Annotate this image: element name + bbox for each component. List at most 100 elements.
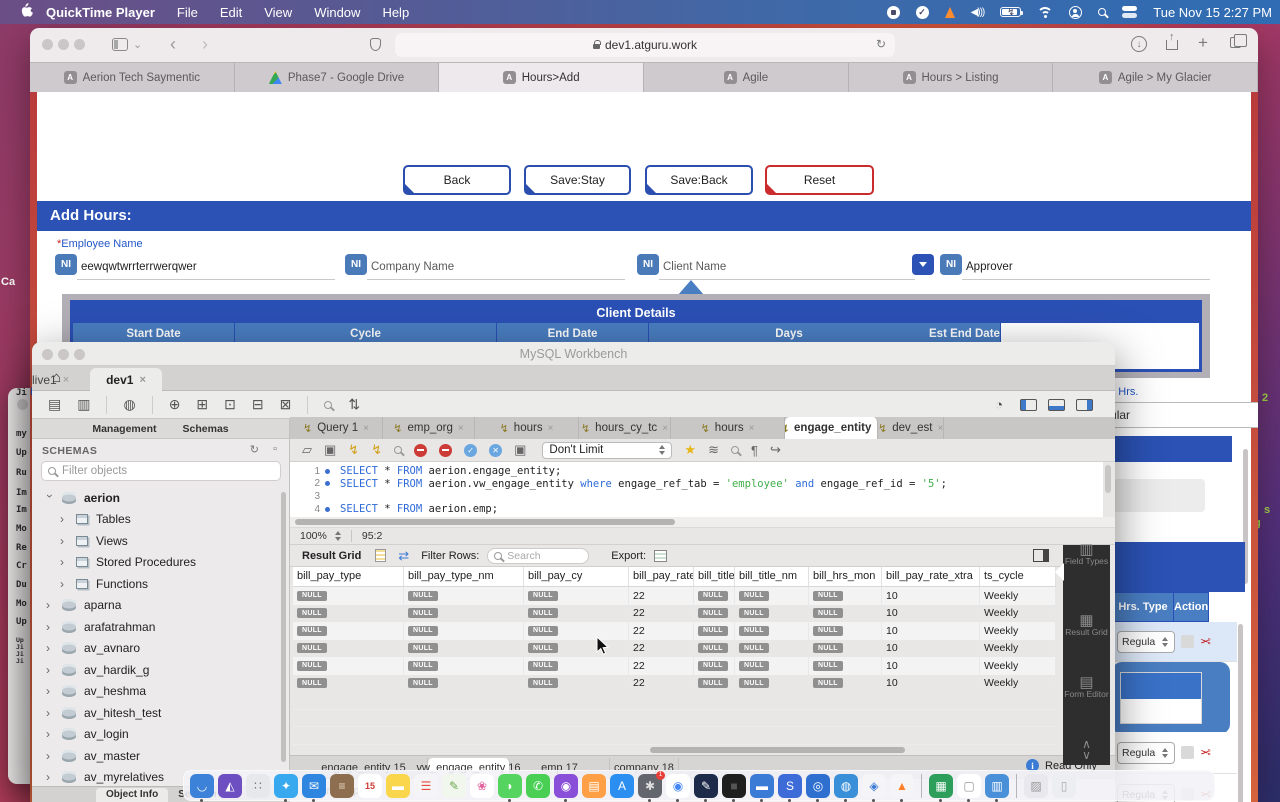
sidebar-scrollbar[interactable] [281, 492, 286, 762]
grid-cell[interactable]: NULL [694, 587, 735, 605]
sidebar-tab[interactable]: Management [92, 423, 156, 435]
browser-tab[interactable]: A Hours > Listing [849, 63, 1054, 92]
menu-item[interactable]: Window [314, 5, 360, 20]
refresh-icon[interactable]: ⇄ [398, 548, 409, 564]
schema-item[interactable]: › aparna [32, 595, 282, 617]
menu-item[interactable]: Help [382, 5, 409, 20]
workbench-titlebar[interactable]: MySQL Workbench [32, 342, 1115, 366]
result-view-option[interactable]: ▤ Form Editor [1063, 672, 1110, 699]
back-icon[interactable]: ‹ [170, 34, 176, 55]
sidebar-toggle-icon[interactable] [112, 38, 128, 51]
tab-overview-icon[interactable] [1230, 37, 1241, 48]
grid-column-header[interactable]: bill_pay_rate [629, 567, 694, 586]
result-view-option[interactable]: ▦ Result Grid [1063, 610, 1110, 637]
grid-cell[interactable]: NULL [694, 622, 735, 640]
new-tab-icon[interactable]: + [1198, 33, 1208, 53]
grid-column-header[interactable]: bill_pay_type_nm [404, 567, 524, 586]
dock-icon-vlc[interactable]: ▲ [890, 774, 914, 798]
dock-icon-photos[interactable]: ❀ [470, 774, 494, 798]
row-checkbox[interactable] [1181, 635, 1194, 648]
grid-cell[interactable]: 22 [629, 622, 694, 640]
address-bar[interactable]: dev1.atguru.work ↻ [395, 33, 895, 57]
filter-rows-search[interactable] [487, 548, 589, 564]
company-name-field[interactable]: Company Name [367, 254, 625, 280]
chevron-icon[interactable]: › [46, 663, 54, 677]
execute-current-icon[interactable]: ↯ [371, 442, 382, 458]
menu-clock[interactable]: Tue Nov 15 2:27 PM [1153, 5, 1272, 20]
dock-icon-reminders[interactable]: ☰ [414, 774, 438, 798]
action-button[interactable]: Save:Stay [524, 165, 631, 195]
dock-icon-excel[interactable]: ▦ [929, 774, 953, 798]
grid-cell[interactable]: NULL [293, 675, 404, 693]
grid-cell[interactable]: NULL [404, 587, 524, 605]
grid-cell[interactable]: NULL [809, 605, 882, 623]
stop-on-error-icon[interactable] [439, 444, 452, 457]
grid-cell[interactable]: Weekly [980, 605, 1056, 623]
schema-item[interactable]: › av_avnaro [32, 638, 282, 660]
grid-cell[interactable]: NULL [694, 605, 735, 623]
grid-cell[interactable]: NULL [694, 657, 735, 675]
grid-cell[interactable]: Weekly [980, 657, 1056, 675]
grid-column-header[interactable]: bill_hrs_mon [809, 567, 882, 586]
invisible-chars-icon[interactable]: ¶ [751, 443, 758, 458]
connection-tab[interactable]: dev1× [90, 368, 162, 391]
chevron-icon[interactable]: › [46, 641, 54, 655]
grid-row[interactable]: NULLNULLNULL22NULLNULLNULL10Weekly [293, 605, 1056, 623]
query-tab[interactable]: ↯ hours × [671, 417, 785, 439]
chevron-icon[interactable]: › [46, 727, 54, 741]
dock-icon-chrome[interactable]: ◉ [666, 774, 690, 798]
chevron-icon[interactable]: › [46, 770, 54, 784]
menu-item[interactable]: File [177, 5, 198, 20]
dock-icon-app-store[interactable]: A [610, 774, 634, 798]
grid-cell[interactable]: NULL [293, 657, 404, 675]
grid-cell[interactable]: NULL [735, 605, 809, 623]
close-icon[interactable]: × [938, 423, 944, 434]
create-function-icon[interactable]: ⊠ [280, 396, 292, 413]
query-tab[interactable]: ↯ emp_org × [383, 417, 475, 439]
apple-icon[interactable] [20, 3, 33, 19]
grid-cell[interactable]: 10 [882, 622, 980, 640]
chevron-icon[interactable]: › [46, 749, 54, 763]
grid-cell[interactable]: NULL [524, 622, 629, 640]
control-center-icon[interactable] [1122, 6, 1137, 18]
grid-cell[interactable]: 10 [882, 657, 980, 675]
grid-cell[interactable]: NULL [404, 605, 524, 623]
chevron-icon[interactable]: › [43, 494, 57, 502]
result-view-option[interactable]: ▥ Field Types [1063, 545, 1110, 566]
schema-item[interactable]: › av_hitesh_test [32, 702, 282, 724]
chevron-icon[interactable]: › [60, 512, 68, 526]
toggle-side-panel-icon[interactable] [1033, 549, 1049, 562]
editor-scrollbar[interactable] [1105, 465, 1111, 493]
right-input-box[interactable] [1113, 479, 1205, 512]
dock-icon-trash[interactable]: ▯ [1052, 774, 1076, 798]
scissors-icon[interactable]: ✂ [1200, 634, 1211, 650]
close-icon[interactable]: × [63, 374, 69, 386]
schema-child-item[interactable]: › Functions [32, 573, 282, 595]
grid-cell[interactable]: NULL [809, 640, 882, 658]
close-icon[interactable]: × [548, 423, 554, 434]
share-icon[interactable] [1166, 40, 1178, 50]
schema-filter[interactable] [41, 461, 281, 481]
grid-cell[interactable]: NULL [293, 605, 404, 623]
grid-cell[interactable]: 22 [629, 675, 694, 693]
grid-hscrollbar[interactable] [290, 745, 1063, 755]
grid-cell[interactable]: NULL [735, 657, 809, 675]
dock-icon-slack[interactable]: S [778, 774, 802, 798]
close-icon[interactable]: × [139, 374, 145, 386]
new-sql-tab-icon[interactable]: ▤ [48, 396, 61, 413]
browser-tab[interactable]: A Hours>Add [439, 63, 644, 92]
grid-cell[interactable]: Weekly [980, 675, 1056, 693]
grid-cell[interactable]: NULL [809, 675, 882, 693]
schema-child-item[interactable]: › Views [32, 530, 282, 552]
grid-cell[interactable]: 22 [629, 640, 694, 658]
dock-icon-black-app[interactable]: ■ [722, 774, 746, 798]
chevron-icon[interactable]: › [46, 706, 54, 720]
grid-cell[interactable]: NULL [809, 657, 882, 675]
forward-icon[interactable]: › [202, 34, 208, 55]
grid-cell[interactable]: 22 [629, 657, 694, 675]
grid-cell[interactable]: 10 [882, 675, 980, 693]
zoom-level[interactable]: 100% [300, 530, 327, 542]
dock-icon-messages[interactable]: ◗ [498, 774, 522, 798]
grid-column-header[interactable]: ts_cycle [980, 567, 1056, 586]
grid-column-header[interactable]: bill_pay_cy [524, 567, 629, 586]
